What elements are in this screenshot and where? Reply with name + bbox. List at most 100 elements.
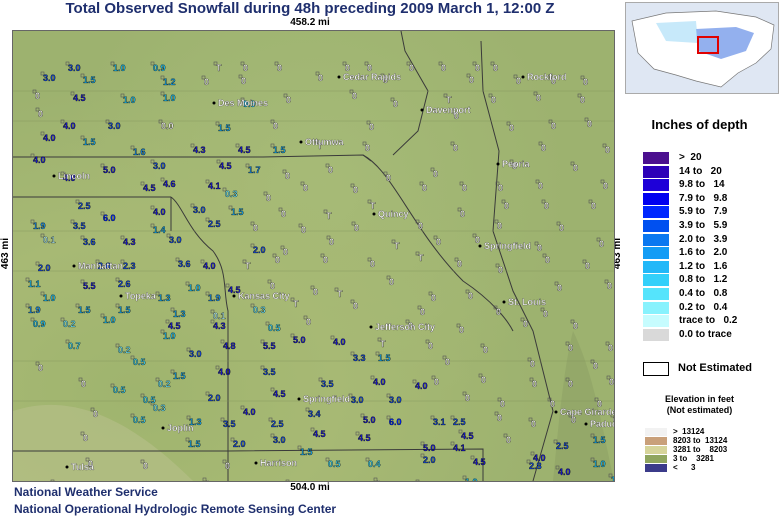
observation-value[interactable]: 1.5 bbox=[273, 145, 286, 155]
observation-value[interactable]: 4.5 bbox=[219, 161, 232, 171]
observation-value[interactable]: 0.3 bbox=[153, 403, 166, 413]
observation-value[interactable]: 0 bbox=[275, 255, 280, 265]
observation-value[interactable]: 2.5 bbox=[208, 219, 221, 229]
observation-value[interactable]: 3.0 bbox=[273, 435, 286, 445]
observation-value[interactable]: 0 bbox=[283, 247, 288, 257]
observation-value[interactable]: 1.0 bbox=[163, 331, 176, 341]
observation-value[interactable]: T bbox=[370, 201, 376, 211]
observation-value[interactable]: 4.5 bbox=[143, 183, 156, 193]
observation-value[interactable]: 2.5 bbox=[271, 419, 284, 429]
observation-value[interactable]: 0 bbox=[509, 123, 514, 133]
observation-value[interactable]: 0.7 bbox=[68, 341, 81, 351]
observation-value[interactable]: 3.5 bbox=[223, 419, 236, 429]
observation-value[interactable]: T bbox=[446, 95, 452, 105]
observation-value[interactable]: 0 bbox=[352, 91, 357, 101]
observation-value[interactable]: 0 bbox=[568, 379, 573, 389]
observation-value[interactable]: 0 bbox=[369, 122, 374, 132]
observation-value[interactable]: 0 bbox=[204, 77, 209, 87]
observation-value[interactable]: 3.0 bbox=[193, 205, 206, 215]
observation-value[interactable]: 1.0 bbox=[593, 459, 606, 469]
observation-value[interactable]: 0 bbox=[609, 377, 614, 387]
observation-value[interactable]: T bbox=[394, 241, 400, 251]
observation-value[interactable]: 0 bbox=[559, 223, 564, 233]
observation-value[interactable]: 0 bbox=[386, 173, 391, 183]
observation-value[interactable]: 4.3 bbox=[193, 145, 206, 155]
observation-value[interactable]: 1.0 bbox=[188, 283, 201, 293]
observation-value[interactable]: 1.9 bbox=[33, 221, 46, 231]
observation-value[interactable]: 5.5 bbox=[263, 341, 276, 351]
observation-value[interactable]: 3.0 bbox=[351, 395, 364, 405]
observation-value[interactable]: 0 bbox=[583, 77, 588, 87]
observation-value[interactable]: 0 bbox=[328, 165, 333, 175]
observation-value[interactable]: 3.6 bbox=[83, 237, 96, 247]
observation-value[interactable]: 4.3 bbox=[123, 237, 136, 247]
observation-value[interactable]: 1.6 bbox=[133, 147, 146, 157]
observation-value[interactable]: 0 bbox=[457, 259, 462, 269]
observation-value[interactable]: 0 bbox=[393, 99, 398, 109]
observation-value[interactable]: 1.9 bbox=[208, 293, 221, 303]
observation-value[interactable]: 0 bbox=[506, 435, 511, 445]
observation-value[interactable]: 0 bbox=[481, 375, 486, 385]
observation-value[interactable]: 0 bbox=[459, 325, 464, 335]
observation-value[interactable]: T bbox=[380, 339, 386, 349]
observation-value[interactable]: 0 bbox=[568, 343, 573, 353]
observation-value[interactable]: 1.5 bbox=[83, 75, 96, 85]
observation-value[interactable]: 1.1 bbox=[28, 279, 41, 289]
observation-value[interactable]: 0 bbox=[468, 291, 473, 301]
observation-value[interactable]: 1.7 bbox=[248, 165, 261, 175]
observation-value[interactable]: 0 bbox=[551, 121, 556, 131]
observation-value[interactable]: 3.0 bbox=[189, 349, 202, 359]
observation-value[interactable]: 1.5 bbox=[300, 447, 313, 457]
observation-value[interactable]: 0.5 bbox=[268, 323, 281, 333]
observation-value[interactable]: 2.5 bbox=[453, 417, 466, 427]
observation-value[interactable]: 0 bbox=[536, 93, 541, 103]
observation-value[interactable]: 0 bbox=[353, 185, 358, 195]
observation-value[interactable]: 0.1 bbox=[213, 311, 226, 321]
observation-value[interactable]: 4.0 bbox=[333, 337, 346, 347]
observation-value[interactable]: 0 bbox=[607, 281, 612, 291]
observation-value[interactable]: 0 bbox=[323, 255, 328, 265]
observation-value[interactable]: 0 bbox=[591, 201, 596, 211]
observation-value[interactable]: 3.0 bbox=[108, 121, 121, 131]
observation-value[interactable]: T bbox=[216, 63, 222, 73]
observation-value[interactable]: 4.0 bbox=[33, 155, 46, 165]
observation-value[interactable]: 0.5 bbox=[328, 459, 341, 469]
observation-value[interactable]: 3.5 bbox=[73, 221, 86, 231]
observation-value[interactable]: 0 bbox=[365, 143, 370, 153]
observation-value[interactable]: 0.0 bbox=[161, 121, 174, 131]
observation-value[interactable]: 0 bbox=[428, 341, 433, 351]
observation-value[interactable]: 4.5 bbox=[313, 429, 326, 439]
observation-value[interactable]: 2.0 bbox=[253, 245, 266, 255]
observation-value[interactable]: 4.1 bbox=[208, 181, 221, 191]
observation-value[interactable]: 0.5 bbox=[133, 415, 146, 425]
observation-value[interactable]: 4.5 bbox=[273, 389, 286, 399]
observation-value[interactable]: 0.1 bbox=[43, 235, 56, 245]
observation-value[interactable]: 0 bbox=[491, 95, 496, 105]
observation-value[interactable]: 1.3 bbox=[173, 309, 186, 319]
observation-value[interactable]: 0 bbox=[497, 221, 502, 231]
observation-value[interactable]: 1.3 bbox=[158, 293, 171, 303]
observation-value[interactable]: 0 bbox=[35, 91, 40, 101]
observation-value[interactable]: 0 bbox=[376, 479, 381, 481]
observation-value[interactable]: 5.0 bbox=[293, 335, 306, 345]
observation-value[interactable]: 0 bbox=[523, 319, 528, 329]
observation-value[interactable]: 0 bbox=[243, 63, 248, 73]
observation-value[interactable]: 0 bbox=[465, 393, 470, 403]
observation-value[interactable]: 0 bbox=[541, 143, 546, 153]
observation-value[interactable]: 1.0 bbox=[123, 95, 136, 105]
observation-value[interactable]: 0 bbox=[603, 181, 608, 191]
observation-value[interactable]: 4.0 bbox=[153, 207, 166, 217]
observation-value[interactable]: 0 bbox=[498, 183, 503, 193]
observation-value[interactable]: 0.9 bbox=[33, 319, 46, 329]
observation-value[interactable]: 0 bbox=[453, 143, 458, 153]
observation-value[interactable]: 0 bbox=[38, 109, 43, 119]
observation-value[interactable]: 4.0 bbox=[43, 133, 56, 143]
observation-value[interactable]: 3.0 bbox=[169, 235, 182, 245]
observation-value[interactable]: 4.0 bbox=[243, 407, 256, 417]
observation-value[interactable]: 0 bbox=[253, 223, 258, 233]
observation-value[interactable]: 4.5 bbox=[461, 431, 474, 441]
observation-value[interactable]: 0 bbox=[475, 63, 480, 73]
observation-value[interactable]: 3.1 bbox=[433, 417, 446, 427]
observation-value[interactable]: 0.5 bbox=[133, 357, 146, 367]
observation-value[interactable]: 0 bbox=[573, 321, 578, 331]
